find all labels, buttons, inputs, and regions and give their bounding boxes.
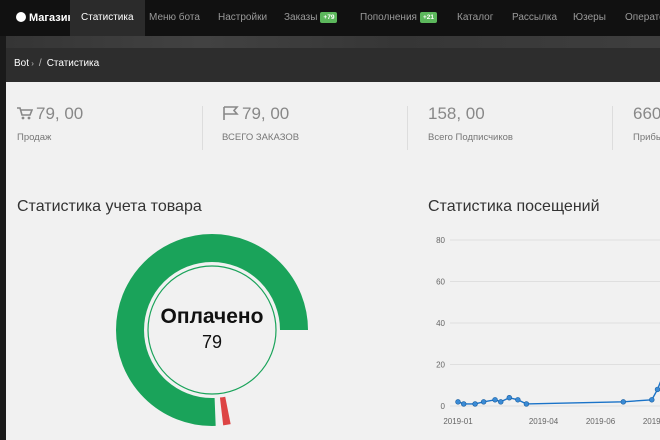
stat-profit-label: Прибыль [633, 132, 660, 143]
nav-item-settings[interactable]: Настройки [218, 0, 267, 36]
visits-data-point[interactable] [455, 399, 461, 405]
donut-inner-ring [147, 265, 277, 395]
y-tick-label: 80 [436, 236, 445, 245]
stat-subscribers-label: Всего Подписчиков [428, 132, 513, 143]
y-tick-label: 20 [436, 361, 445, 370]
orders-badge: +79 [320, 12, 338, 23]
brand-label: Магазин [29, 12, 75, 24]
donut-slice-Оплачено[interactable] [116, 234, 308, 426]
nav-item-catalog[interactable]: Каталог [457, 0, 493, 36]
visits-data-point[interactable] [649, 397, 655, 403]
y-tick-label: 0 [441, 402, 446, 411]
nav-item-topups[interactable]: Пополнения +21 [360, 0, 437, 36]
visits-data-point[interactable] [523, 401, 530, 407]
visits-data-point[interactable] [654, 386, 660, 393]
topups-badge: +21 [419, 12, 437, 23]
stat-subscribers: 158, 00 Всего Подписчиков [428, 104, 513, 154]
top-navbar: Магазин Статистика Меню бота Настройки З… [0, 0, 660, 36]
stat-profit-value: 660 [633, 104, 660, 123]
product-stats-title: Статистика учета товара [17, 198, 202, 215]
visits-data-point[interactable] [515, 397, 521, 403]
stat-orders: 79, 00 ВСЕГО ЗАКАЗОВ [222, 104, 299, 154]
visits-data-point[interactable] [620, 399, 627, 405]
y-tick-label: 40 [436, 319, 445, 328]
brand[interactable]: Магазин [16, 0, 74, 36]
breadcrumb-root[interactable]: Bot [14, 58, 29, 69]
stat-profit: 660 Прибыль [633, 104, 660, 154]
flag-icon [223, 106, 239, 120]
nav-item-statistics[interactable]: Статистика [70, 0, 145, 36]
donut-center-value: 79 [202, 332, 222, 352]
visits-data-point[interactable] [472, 401, 478, 407]
x-tick-label: 2019-01 [443, 417, 473, 426]
breadcrumb: Bot › / Статистика [14, 58, 100, 69]
y-tick-label: 60 [436, 278, 445, 287]
nav-item-mailing[interactable]: Рассылка [512, 0, 557, 36]
stat-sales-value: 79, 00 [36, 104, 84, 123]
visits-series-line [457, 381, 660, 405]
product-donut-chart: Оплачено 79 [116, 234, 308, 426]
nav-item-operators[interactable]: Операторы [625, 0, 660, 36]
visits-data-point[interactable] [506, 395, 513, 401]
x-tick-label: 2019-04 [529, 417, 559, 426]
nav-item-orders[interactable]: Заказы +79 [284, 0, 338, 36]
visits-data-point[interactable] [480, 399, 487, 405]
breadcrumb-bar: Bot › / Статистика [6, 36, 660, 82]
visits-data-point[interactable] [498, 399, 504, 405]
visits-data-point[interactable] [492, 397, 498, 403]
stat-sales-label: Продаж [17, 132, 52, 143]
visits-data-point[interactable] [460, 401, 467, 407]
donut-center-label: Оплачено [161, 305, 264, 328]
stat-subscribers-value: 158, 00 [428, 104, 485, 123]
nav-item-bot-menu[interactable]: Меню бота [149, 0, 200, 36]
stat-orders-label: ВСЕГО ЗАКАЗОВ [222, 132, 300, 143]
visits-stats-title: Статистика посещений [428, 198, 600, 215]
visits-line-chart: 0 20 40 60 80 2019-01 2019-04 2019-06 2019-08 [436, 236, 660, 426]
page: Магазин Статистика Меню бота Настройки З… [0, 0, 660, 440]
stat-orders-value: 79, 00 [242, 104, 290, 123]
breadcrumb-current: Статистика [46, 58, 100, 69]
nav-item-users[interactable]: Юзеры [573, 0, 606, 36]
x-tick-label: 2019-06 [586, 417, 616, 426]
globe-icon [16, 12, 26, 22]
cart-icon [17, 107, 34, 120]
x-tick-label: 2019-08 [643, 417, 660, 426]
stat-sales: 79, 00 Продаж [17, 104, 83, 154]
